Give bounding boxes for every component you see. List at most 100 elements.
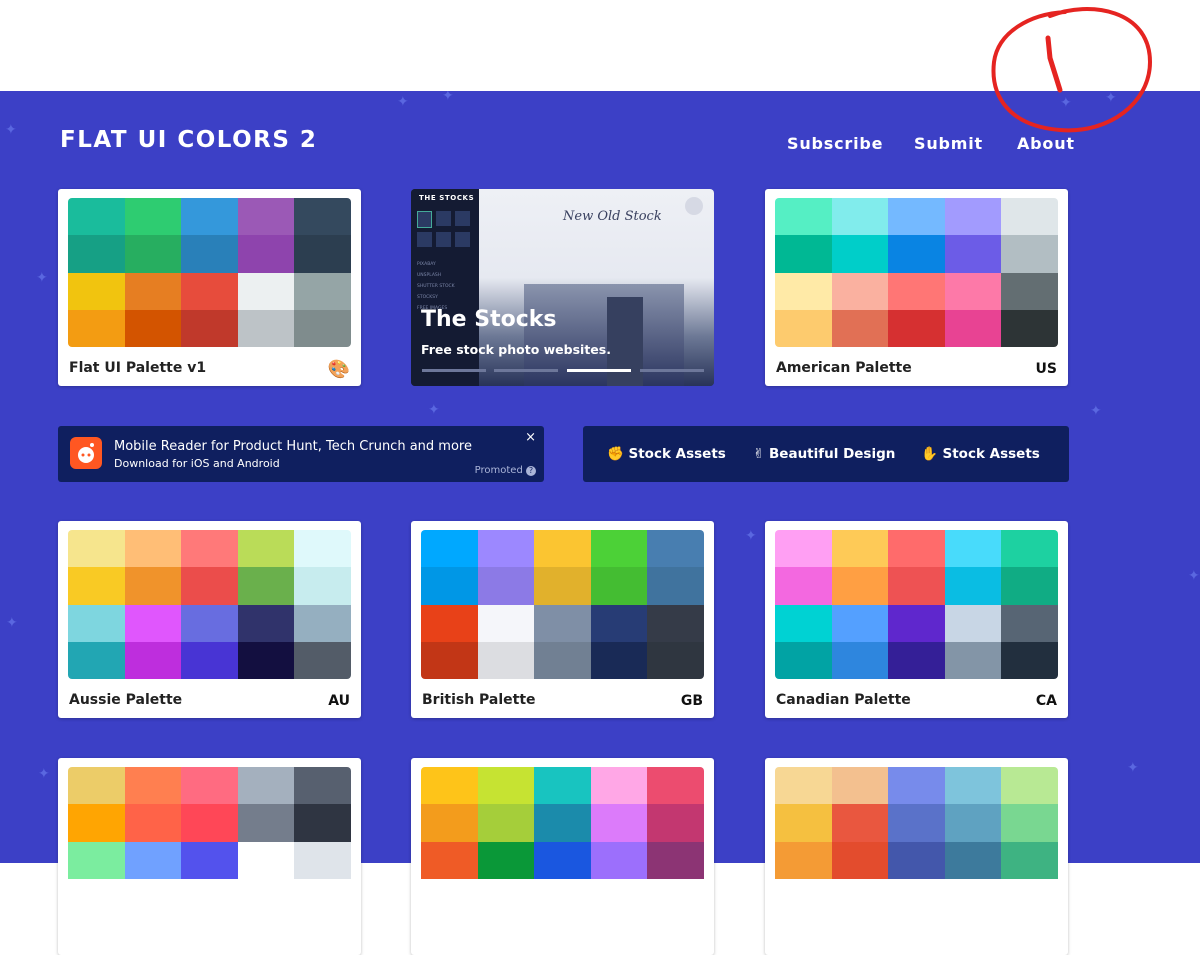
- swatch-grid[interactable]: [421, 767, 704, 916]
- color-swatch[interactable]: [534, 530, 591, 568]
- color-swatch[interactable]: [1001, 272, 1058, 310]
- color-swatch[interactable]: [1001, 604, 1058, 642]
- swatch-grid[interactable]: [68, 530, 351, 679]
- color-swatch[interactable]: [181, 604, 238, 642]
- color-swatch[interactable]: [775, 272, 832, 310]
- color-swatch[interactable]: [534, 604, 591, 642]
- color-swatch[interactable]: [421, 530, 478, 568]
- color-swatch[interactable]: [944, 272, 1002, 310]
- color-swatch[interactable]: [1001, 567, 1058, 605]
- carousel-dot[interactable]: [494, 369, 558, 372]
- color-swatch[interactable]: [1001, 767, 1058, 805]
- color-swatch[interactable]: [181, 567, 238, 605]
- color-swatch[interactable]: [124, 235, 182, 273]
- color-swatch[interactable]: [775, 530, 832, 568]
- color-swatch[interactable]: [124, 567, 182, 605]
- color-swatch[interactable]: [124, 841, 182, 879]
- color-swatch[interactable]: [421, 767, 478, 805]
- color-swatch[interactable]: [294, 309, 351, 347]
- color-swatch[interactable]: [775, 235, 832, 273]
- color-swatch[interactable]: [888, 767, 945, 805]
- palette-card[interactable]: Canadian Palette CA: [765, 521, 1068, 718]
- color-swatch[interactable]: [590, 841, 648, 879]
- color-swatch[interactable]: [68, 235, 125, 273]
- color-swatch[interactable]: [477, 567, 535, 605]
- color-swatch[interactable]: [421, 841, 478, 879]
- color-swatch[interactable]: [68, 641, 125, 679]
- color-swatch[interactable]: [181, 272, 238, 310]
- color-swatch[interactable]: [831, 767, 889, 805]
- color-swatch[interactable]: [68, 841, 125, 879]
- color-swatch[interactable]: [237, 530, 295, 568]
- sponsor-ad[interactable]: THE STOCKS PIXABAY UNSPLASH SHUTTER STOC…: [411, 189, 714, 386]
- palette-card[interactable]: British Palette GB: [411, 521, 714, 718]
- color-swatch[interactable]: [944, 841, 1002, 879]
- color-swatch[interactable]: [294, 198, 351, 236]
- swatch-grid[interactable]: [775, 198, 1058, 347]
- color-swatch[interactable]: [831, 567, 889, 605]
- color-swatch[interactable]: [477, 841, 535, 879]
- swatch-grid[interactable]: [775, 767, 1058, 916]
- color-swatch[interactable]: [888, 309, 945, 347]
- color-swatch[interactable]: [1001, 641, 1058, 679]
- color-swatch[interactable]: [534, 641, 591, 679]
- feature-banner[interactable]: ✊ Stock Assets ✌ Beautiful Design ✋ Stoc…: [583, 426, 1069, 482]
- color-swatch[interactable]: [1001, 804, 1058, 842]
- color-swatch[interactable]: [647, 604, 704, 642]
- color-swatch[interactable]: [888, 272, 945, 310]
- nav-subscribe[interactable]: Subscribe: [787, 134, 883, 153]
- color-swatch[interactable]: [124, 767, 182, 805]
- color-swatch[interactable]: [647, 567, 704, 605]
- color-swatch[interactable]: [124, 309, 182, 347]
- palette-card[interactable]: Flat UI Palette v1 🎨: [58, 189, 361, 386]
- color-swatch[interactable]: [775, 567, 832, 605]
- color-swatch[interactable]: [831, 272, 889, 310]
- color-swatch[interactable]: [831, 641, 889, 679]
- color-swatch[interactable]: [294, 567, 351, 605]
- color-swatch[interactable]: [181, 235, 238, 273]
- palette-card[interactable]: Aussie Palette AU: [58, 521, 361, 718]
- color-swatch[interactable]: [944, 309, 1002, 347]
- color-swatch[interactable]: [647, 530, 704, 568]
- color-swatch[interactable]: [590, 641, 648, 679]
- color-swatch[interactable]: [775, 309, 832, 347]
- color-swatch[interactable]: [294, 604, 351, 642]
- color-swatch[interactable]: [944, 235, 1002, 273]
- color-swatch[interactable]: [294, 272, 351, 310]
- color-swatch[interactable]: [237, 604, 295, 642]
- banner-item-beautiful-design[interactable]: ✌ Beautiful Design: [753, 446, 895, 462]
- palette-card[interactable]: [765, 758, 1068, 955]
- color-swatch[interactable]: [237, 309, 295, 347]
- color-swatch[interactable]: [944, 604, 1002, 642]
- color-swatch[interactable]: [68, 530, 125, 568]
- palette-card[interactable]: [411, 758, 714, 955]
- banner-item-stock-assets[interactable]: ✊ Stock Assets: [607, 446, 726, 462]
- color-swatch[interactable]: [590, 804, 648, 842]
- color-swatch[interactable]: [831, 604, 889, 642]
- palette-card[interactable]: [58, 758, 361, 955]
- color-swatch[interactable]: [944, 767, 1002, 805]
- color-swatch[interactable]: [421, 641, 478, 679]
- color-swatch[interactable]: [68, 804, 125, 842]
- color-swatch[interactable]: [124, 641, 182, 679]
- color-swatch[interactable]: [1001, 235, 1058, 273]
- swatch-grid[interactable]: [775, 530, 1058, 679]
- color-swatch[interactable]: [181, 641, 238, 679]
- color-swatch[interactable]: [775, 804, 832, 842]
- color-swatch[interactable]: [237, 198, 295, 236]
- swatch-grid[interactable]: [68, 767, 351, 916]
- color-swatch[interactable]: [68, 198, 125, 236]
- carousel-dot[interactable]: [640, 369, 704, 372]
- color-swatch[interactable]: [477, 767, 535, 805]
- color-swatch[interactable]: [831, 309, 889, 347]
- color-swatch[interactable]: [68, 309, 125, 347]
- color-swatch[interactable]: [831, 530, 889, 568]
- color-swatch[interactable]: [534, 804, 591, 842]
- color-swatch[interactable]: [181, 804, 238, 842]
- color-swatch[interactable]: [124, 804, 182, 842]
- color-swatch[interactable]: [831, 235, 889, 273]
- color-swatch[interactable]: [294, 530, 351, 568]
- color-swatch[interactable]: [181, 530, 238, 568]
- color-swatch[interactable]: [888, 604, 945, 642]
- color-swatch[interactable]: [477, 641, 535, 679]
